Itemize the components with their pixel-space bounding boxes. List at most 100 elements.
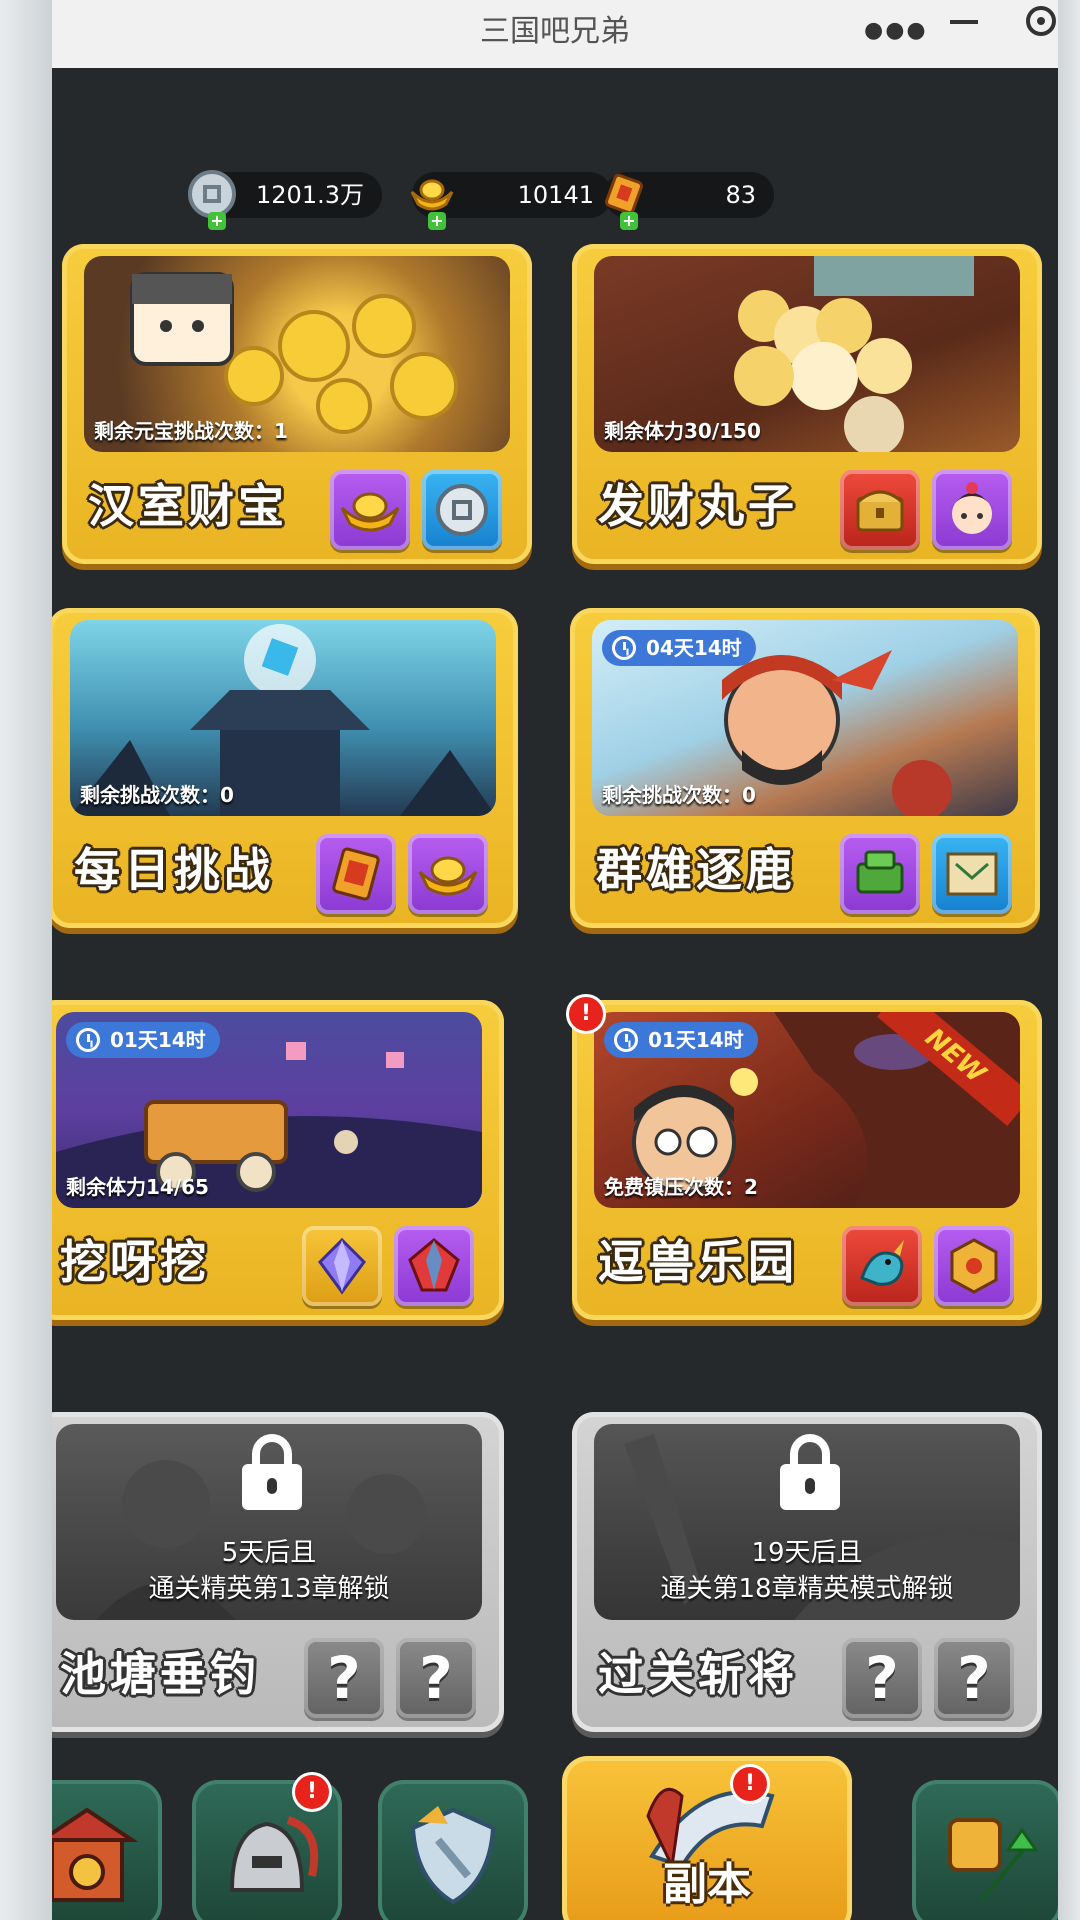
clock-icon bbox=[76, 1028, 100, 1052]
card-subtitle: 免费镇压次数：2 bbox=[604, 1175, 758, 1199]
card-fortune-balls[interactable]: 剩余体力30/150 发财丸子 bbox=[572, 244, 1042, 564]
reward-hero-portrait[interactable] bbox=[932, 470, 1012, 550]
card-subtitle: 剩余挑战次数：0 bbox=[80, 783, 234, 807]
card-pond-fishing-locked[interactable]: 5天后且 通关精英第13章解锁 池塘垂钓 ? ? bbox=[52, 1412, 504, 1732]
photo-left-edge bbox=[0, 0, 52, 1920]
timer-text: 04天14时 bbox=[646, 636, 742, 660]
map-scroll-icon bbox=[946, 852, 998, 896]
gold-amount: 10141 bbox=[517, 181, 594, 209]
gold-ingot-icon bbox=[418, 856, 478, 896]
reward-gold-ingot[interactable] bbox=[408, 834, 488, 914]
bottom-nav: ! 副本 ! bbox=[52, 1756, 1058, 1920]
card-art: NEW 01天14时 免费镇压次数：2 bbox=[594, 1012, 1020, 1208]
unlock-condition-days: 19天后且 bbox=[751, 1538, 863, 1568]
currency-scroll[interactable]: + 83 bbox=[604, 172, 774, 230]
jade-seal-icon bbox=[856, 850, 904, 894]
timer-text: 01天14时 bbox=[648, 1028, 744, 1052]
silver-amount: 1201.3万 bbox=[256, 181, 364, 209]
card-art: 剩余挑战次数：0 bbox=[70, 620, 496, 816]
scroll-amount: 83 bbox=[725, 181, 756, 209]
reward-unknown[interactable]: ? bbox=[842, 1638, 922, 1718]
alert-badge: ! bbox=[292, 1772, 332, 1812]
hero-portrait-icon bbox=[950, 482, 994, 534]
reward-silver-coin[interactable] bbox=[422, 470, 502, 550]
currency-gold[interactable]: + 10141 bbox=[410, 172, 612, 230]
clock-icon bbox=[614, 1028, 638, 1052]
reward-unknown[interactable]: ? bbox=[396, 1638, 476, 1718]
card-daily-challenge[interactable]: 剩余挑战次数：0 每日挑战 bbox=[52, 608, 518, 928]
alert-badge: ! bbox=[730, 1764, 770, 1804]
card-beast-park[interactable]: NEW 01天14时 免费镇压次数：2 ! 逗兽乐园 bbox=[566, 994, 1042, 1320]
city-gate-icon bbox=[52, 1807, 139, 1902]
minimize-icon[interactable] bbox=[950, 20, 978, 24]
card-subtitle: 剩余体力14/65 bbox=[66, 1175, 209, 1199]
alert-badge: ! bbox=[566, 994, 606, 1034]
card-title: 池塘垂钓 bbox=[60, 1647, 260, 1701]
card-art: 01天14时 剩余体力14/65 bbox=[56, 1012, 482, 1208]
reward-dragon-pet[interactable] bbox=[842, 1226, 922, 1306]
card-title: 过关斩将 bbox=[598, 1647, 798, 1701]
nav-label: 副本 bbox=[663, 1859, 751, 1910]
nav-city[interactable] bbox=[52, 1780, 162, 1920]
question-mark-icon: ? bbox=[419, 1644, 453, 1712]
nav-upgrade[interactable] bbox=[912, 1780, 1058, 1920]
card-title: 每日挑战 bbox=[74, 843, 274, 897]
nav-dungeon[interactable]: 副本 ! bbox=[562, 1756, 852, 1920]
unlock-condition-chapter: 通关第18章精英模式解锁 bbox=[660, 1574, 954, 1604]
card-title: 挖呀挖 bbox=[60, 1235, 210, 1289]
question-mark-icon: ? bbox=[957, 1644, 991, 1712]
timer-text: 01天14时 bbox=[110, 1028, 206, 1052]
reward-unknown[interactable]: ? bbox=[304, 1638, 384, 1718]
reward-scroll-token[interactable] bbox=[316, 834, 396, 914]
reward-gold-ingot[interactable] bbox=[330, 470, 410, 550]
card-art: 剩余体力30/150 bbox=[594, 256, 1020, 452]
reward-jade-seal[interactable] bbox=[840, 834, 920, 914]
card-art: 剩余元宝挑战次数：1 bbox=[84, 256, 510, 452]
card-art: 04天14时 剩余挑战次数：0 bbox=[592, 620, 1018, 816]
lock-icon bbox=[780, 1434, 840, 1510]
reward-treasure-chest[interactable] bbox=[840, 470, 920, 550]
card-subtitle: 剩余挑战次数：0 bbox=[602, 783, 756, 807]
more-options-icon[interactable]: ●●● bbox=[864, 18, 928, 43]
question-mark-icon: ? bbox=[865, 1644, 899, 1712]
event-timer: 01天14时 bbox=[66, 1022, 220, 1058]
card-art: 5天后且 通关精英第13章解锁 bbox=[56, 1424, 482, 1620]
reward-map-scroll[interactable] bbox=[932, 834, 1012, 914]
add-scroll-button[interactable]: + bbox=[620, 212, 638, 230]
gold-ingot-icon bbox=[340, 492, 400, 532]
card-dig-dig[interactable]: 01天14时 剩余体力14/65 挖呀挖 bbox=[52, 1000, 504, 1320]
card-warlords[interactable]: 04天14时 剩余挑战次数：0 群雄逐鹿 bbox=[570, 608, 1040, 928]
purple-gem-icon bbox=[318, 1237, 366, 1295]
reward-treasure-box[interactable] bbox=[934, 1226, 1014, 1306]
add-gold-button[interactable]: + bbox=[428, 212, 446, 230]
nav-heroes[interactable]: ! bbox=[192, 1772, 342, 1920]
close-target-icon[interactable] bbox=[1026, 6, 1056, 36]
card-pass-challenge-locked[interactable]: 19天后且 通关第18章精英模式解锁 过关斩将 ? ? bbox=[572, 1412, 1042, 1732]
dragon-pet-icon bbox=[860, 1240, 904, 1286]
event-timer: 04天14时 bbox=[602, 630, 756, 666]
card-title: 汉室财宝 bbox=[88, 479, 288, 533]
card-title: 发财丸子 bbox=[598, 479, 798, 533]
currency-silver[interactable]: + 1201.3万 bbox=[188, 170, 382, 230]
card-han-treasure[interactable]: 剩余元宝挑战次数：1 汉室财宝 bbox=[62, 244, 532, 564]
add-silver-button[interactable]: + bbox=[208, 212, 226, 230]
lock-icon bbox=[242, 1434, 302, 1510]
question-mark-icon: ? bbox=[327, 1644, 361, 1712]
event-timer: 01天14时 bbox=[604, 1022, 758, 1058]
mini-program-titlebar: 三国吧兄弟 ●●● bbox=[52, 0, 1058, 69]
card-subtitle: 剩余体力30/150 bbox=[604, 419, 761, 443]
treasure-box-icon bbox=[950, 1238, 998, 1294]
card-title: 群雄逐鹿 bbox=[596, 843, 796, 897]
silver-coin-icon bbox=[436, 484, 488, 536]
card-subtitle: 剩余元宝挑战次数：1 bbox=[94, 419, 288, 443]
nav-equipment[interactable] bbox=[378, 1780, 528, 1920]
scroll-token-icon bbox=[332, 847, 380, 901]
card-art: 19天后且 通关第18章精英模式解锁 bbox=[594, 1424, 1020, 1620]
shield-icon bbox=[410, 1806, 496, 1905]
clock-icon bbox=[612, 636, 636, 660]
red-gem-icon bbox=[408, 1238, 460, 1292]
reward-red-gem[interactable] bbox=[394, 1226, 474, 1306]
reward-unknown[interactable]: ? bbox=[934, 1638, 1014, 1718]
unlock-condition-days: 5天后且 bbox=[221, 1538, 317, 1568]
reward-purple-gem[interactable] bbox=[302, 1226, 382, 1306]
